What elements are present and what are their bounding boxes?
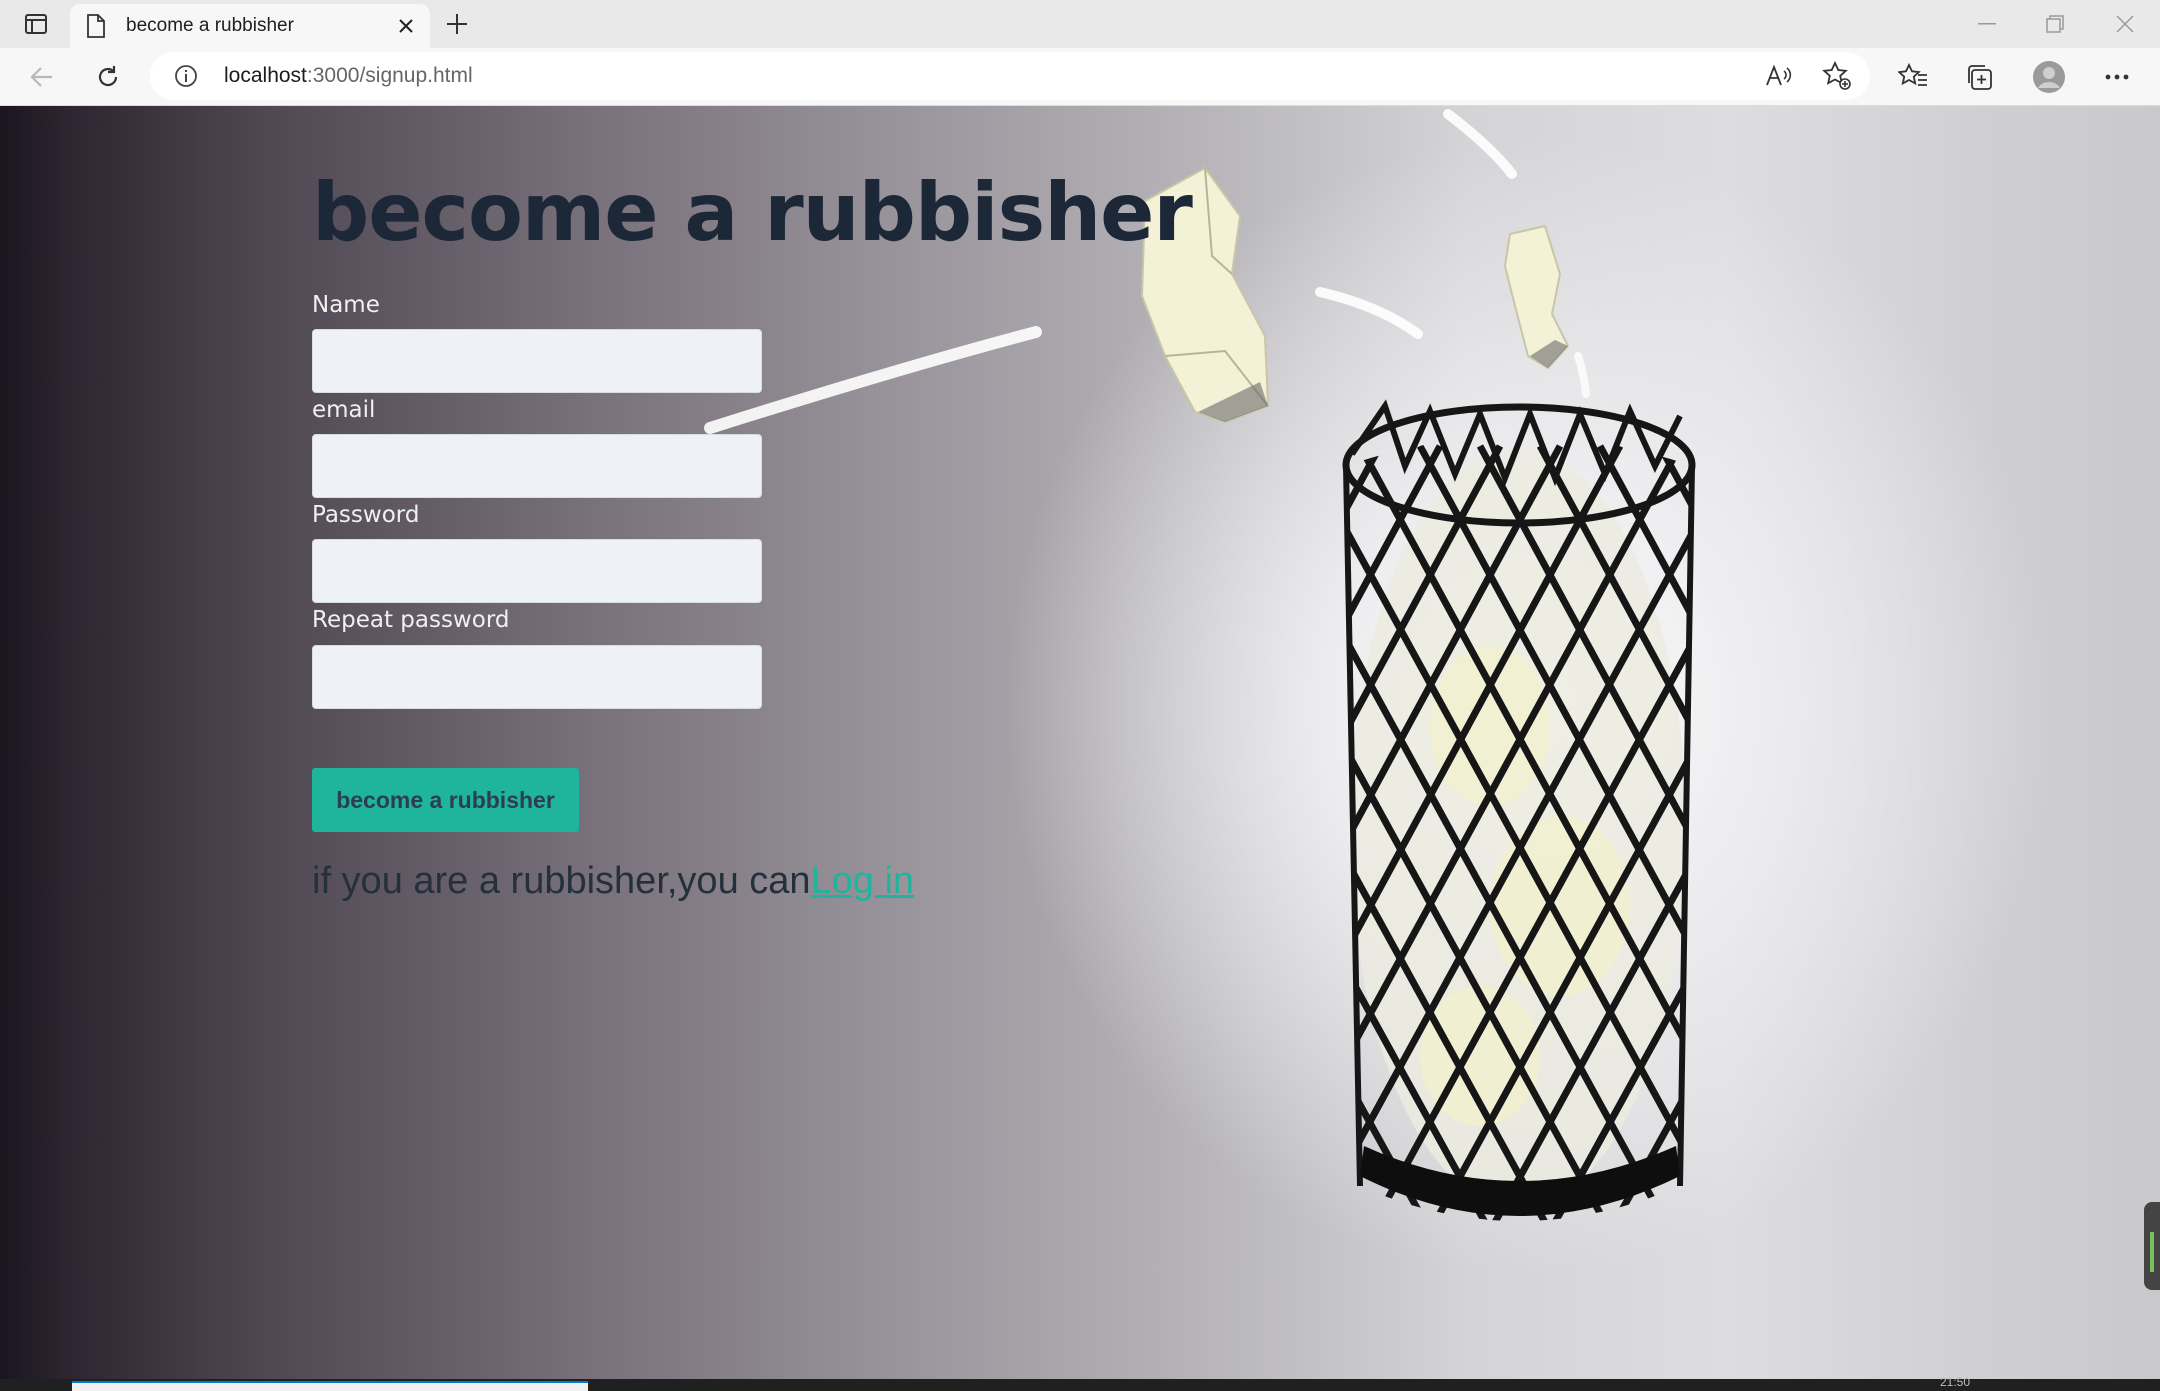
url-text[interactable]: localhost:3000/signup.html [224,64,473,88]
url-path: :3000/signup.html [306,64,473,87]
tab-strip: become a rubbisher [0,0,2160,48]
new-tab-icon[interactable] [440,8,474,40]
taskbar-clock: 21:50 [1939,1375,1970,1389]
profile-avatar-icon[interactable] [2032,60,2066,94]
login-prompt-text: if you are a rubbisher,you can [312,860,811,902]
taskbar-window-item[interactable] [72,1381,588,1391]
site-info-icon[interactable] [174,64,198,88]
page-title: become a rubbisher [312,166,1193,259]
side-panel-handle[interactable] [2144,1202,2160,1290]
tab-actions-icon[interactable] [18,8,54,40]
url-host: localhost [224,64,307,87]
repeat-password-label: Repeat password [312,607,510,633]
more-options-icon[interactable] [2100,60,2134,94]
close-window-icon[interactable] [2096,4,2154,44]
name-label: Name [312,292,380,318]
refresh-icon[interactable] [88,57,128,97]
repeat-password-input[interactable] [312,645,762,709]
read-aloud-icon[interactable] [1762,59,1796,93]
password-label: Password [312,502,420,528]
taskbar: 21:50 [0,1375,2160,1391]
collections-icon[interactable] [1962,60,1996,94]
close-tab-icon[interactable] [394,14,418,38]
signup-button[interactable]: become a rubbisher [312,768,579,832]
login-prompt: if you are a rubbisher,you canLog in [312,860,914,903]
email-label: email [312,397,376,423]
add-favorite-icon[interactable] [1820,59,1854,93]
tab-title: become a rubbisher [126,15,294,36]
email-input[interactable] [312,434,762,498]
page-viewport: become a rubbisher Name email Password R… [0,106,2160,1379]
back-icon[interactable] [22,57,62,97]
address-bar[interactable]: localhost:3000/signup.html [150,52,1870,100]
favorites-icon[interactable] [1896,60,1930,94]
login-link[interactable]: Log in [811,860,915,902]
browser-toolbar: localhost:3000/signup.html [0,48,2160,106]
password-input[interactable] [312,539,762,603]
minimize-icon[interactable] [1958,4,2016,44]
active-tab[interactable]: become a rubbisher [70,4,430,48]
page-icon [86,14,110,38]
restore-icon[interactable] [2026,4,2084,44]
name-input[interactable] [312,329,762,393]
